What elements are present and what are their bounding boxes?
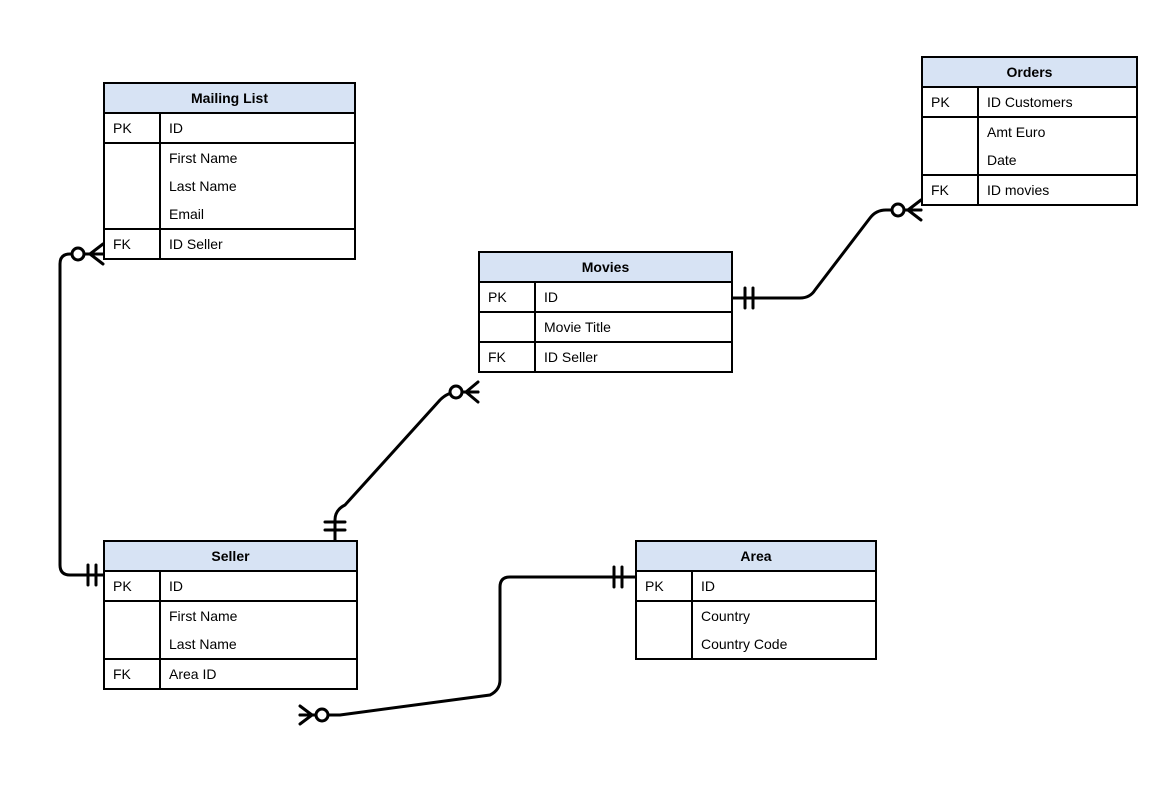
key-cell: PK	[105, 572, 160, 601]
field-cell: Movie Title	[535, 312, 731, 342]
table-row: Date	[923, 146, 1136, 175]
key-cell: FK	[480, 342, 535, 371]
field-cell: Email	[160, 200, 354, 229]
entity-title: Movies	[480, 253, 731, 283]
key-cell: FK	[105, 659, 160, 688]
field-cell: Area ID	[160, 659, 356, 688]
key-cell	[105, 143, 160, 172]
entity-fields: PK ID First Name Last Name FK Area ID	[105, 572, 356, 688]
field-cell: ID Customers	[978, 88, 1136, 117]
table-row: FK Area ID	[105, 659, 356, 688]
entity-fields: PK ID First Name Last Name Email FK ID S…	[105, 114, 354, 258]
table-row: Last Name	[105, 630, 356, 659]
key-cell	[105, 630, 160, 659]
key-cell	[105, 172, 160, 200]
table-row: FK ID Seller	[105, 229, 354, 258]
entity-fields: PK ID Customers Amt Euro Date FK ID movi…	[923, 88, 1136, 204]
entity-seller: Seller PK ID First Name Last Name FK Are…	[103, 540, 358, 690]
entity-mailing-list: Mailing List PK ID First Name Last Name …	[103, 82, 356, 260]
table-row: First Name	[105, 601, 356, 630]
field-cell: ID	[160, 572, 356, 601]
field-cell: ID Seller	[160, 229, 354, 258]
field-cell: ID movies	[978, 175, 1136, 204]
rel-movies-orders	[733, 200, 921, 308]
key-cell	[480, 312, 535, 342]
field-cell: ID	[535, 283, 731, 312]
key-cell: FK	[105, 229, 160, 258]
table-row: Amt Euro	[923, 117, 1136, 146]
table-row: PK ID	[105, 114, 354, 143]
field-cell: First Name	[160, 143, 354, 172]
entity-area: Area PK ID Country Country Code	[635, 540, 877, 660]
entity-title: Area	[637, 542, 875, 572]
key-cell: PK	[105, 114, 160, 143]
entity-fields: PK ID Country Country Code	[637, 572, 875, 658]
field-cell: Last Name	[160, 630, 356, 659]
rel-seller-movies	[325, 382, 478, 540]
field-cell: Date	[978, 146, 1136, 175]
field-cell: First Name	[160, 601, 356, 630]
table-row: PK ID	[637, 572, 875, 601]
table-row: Movie Title	[480, 312, 731, 342]
table-row: Last Name	[105, 172, 354, 200]
key-cell	[637, 630, 692, 658]
table-row: Country	[637, 601, 875, 630]
table-row: Country Code	[637, 630, 875, 658]
field-cell: Last Name	[160, 172, 354, 200]
field-cell: Amt Euro	[978, 117, 1136, 146]
field-cell: ID	[160, 114, 354, 143]
key-cell: FK	[923, 175, 978, 204]
table-row: PK ID	[480, 283, 731, 312]
key-cell	[923, 146, 978, 175]
table-row: First Name	[105, 143, 354, 172]
key-cell	[637, 601, 692, 630]
key-cell: PK	[923, 88, 978, 117]
table-row: PK ID	[105, 572, 356, 601]
key-cell: PK	[480, 283, 535, 312]
entity-fields: PK ID Movie Title FK ID Seller	[480, 283, 731, 371]
entity-movies: Movies PK ID Movie Title FK ID Seller	[478, 251, 733, 373]
field-cell: ID Seller	[535, 342, 731, 371]
field-cell: Country Code	[692, 630, 875, 658]
table-row: FK ID Seller	[480, 342, 731, 371]
entity-title: Orders	[923, 58, 1136, 88]
key-cell	[923, 117, 978, 146]
entity-title: Seller	[105, 542, 356, 572]
key-cell	[105, 601, 160, 630]
table-row: Email	[105, 200, 354, 229]
rel-seller-mailinglist	[60, 244, 103, 585]
table-row: FK ID movies	[923, 175, 1136, 204]
field-cell: ID	[692, 572, 875, 601]
er-diagram-canvas: Mailing List PK ID First Name Last Name …	[0, 0, 1163, 787]
key-cell: PK	[637, 572, 692, 601]
key-cell	[105, 200, 160, 229]
entity-orders: Orders PK ID Customers Amt Euro Date FK …	[921, 56, 1138, 206]
entity-title: Mailing List	[105, 84, 354, 114]
table-row: PK ID Customers	[923, 88, 1136, 117]
field-cell: Country	[692, 601, 875, 630]
